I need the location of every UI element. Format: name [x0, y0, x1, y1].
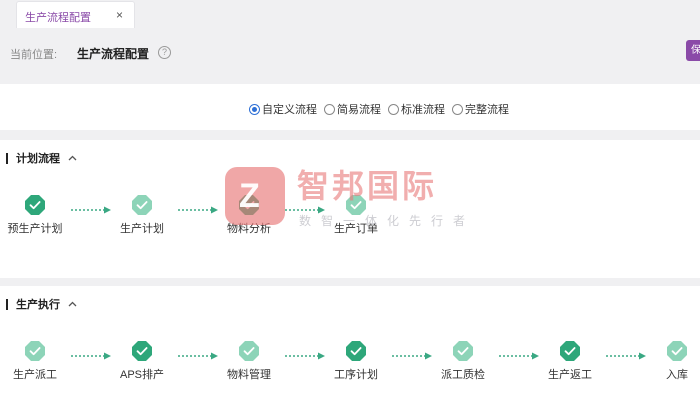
section-title: 计划流程 — [16, 153, 60, 165]
radio-icon[interactable] — [324, 103, 335, 115]
tab-bar: 生产流程配置 × — [0, 0, 700, 28]
flow-step[interactable]: 入库 — [637, 341, 700, 387]
radio-icon[interactable] — [388, 103, 399, 115]
check-badge-icon — [560, 341, 580, 361]
flow-step-label: 物料管理 — [227, 369, 271, 381]
flow-step-label: 生产返工 — [548, 369, 592, 381]
flow-step[interactable]: 生产订单 — [316, 195, 396, 241]
check-badge-icon — [239, 195, 259, 215]
flow-step-label: 入库 — [666, 369, 688, 381]
flow-step-label: 预生产计划 — [7, 223, 63, 235]
radio-icon[interactable] — [452, 103, 463, 115]
flow-step-label: 工序计划 — [334, 369, 378, 381]
breadcrumb-prefix: 当前位置: — [10, 49, 58, 61]
flow-step[interactable]: 生产返工 — [530, 341, 610, 387]
check-badge-icon — [25, 341, 45, 361]
tab-label: 生产流程配置 — [25, 12, 91, 24]
flow-type-option-label: 标准流程 — [401, 104, 445, 116]
check-badge-icon — [132, 195, 152, 215]
flow-step-label: APS排产 — [119, 369, 164, 381]
flow-type-option[interactable]: 简易流程 — [324, 101, 381, 117]
chevron-up-icon[interactable] — [67, 299, 78, 310]
section-header[interactable]: 计划流程 — [6, 150, 78, 166]
page-title: 生产流程配置 — [77, 47, 150, 61]
flow-type-option-label: 完整流程 — [465, 104, 509, 116]
flow-step[interactable]: 生产派工 — [0, 341, 75, 387]
flow-step[interactable]: 派工质检 — [423, 341, 503, 387]
check-badge-icon — [453, 341, 473, 361]
flow-step-label: 派工质检 — [441, 369, 485, 381]
check-badge-icon — [239, 341, 259, 361]
flow-type-option[interactable]: 完整流程 — [452, 101, 509, 117]
check-badge-icon — [346, 195, 366, 215]
section-marker — [6, 298, 8, 310]
section-plan-flow: 计划流程 预生产计划 生产计划 物料分析 生产订单 — [0, 140, 700, 278]
check-badge-icon — [25, 195, 45, 215]
flow-step[interactable]: 工序计划 — [316, 341, 396, 387]
check-badge-icon — [132, 341, 152, 361]
close-icon[interactable]: × — [116, 8, 123, 22]
radio-icon[interactable] — [249, 103, 260, 115]
chevron-up-icon[interactable] — [67, 153, 78, 164]
check-badge-icon — [667, 341, 687, 361]
flow-step[interactable]: 生产计划 — [102, 195, 182, 241]
breadcrumb: 当前位置: 生产流程配置 ? 保 — [0, 28, 700, 84]
flow-step[interactable]: APS排产 — [102, 341, 182, 387]
flow-step[interactable]: 物料管理 — [209, 341, 289, 387]
flow-step[interactable]: 物料分析 — [209, 195, 289, 241]
tab-production-flow-config[interactable]: 生产流程配置 × — [16, 1, 135, 28]
flow-type-panel: 自定义流程 简易流程 标准流程 完整流程 — [0, 84, 700, 130]
section-title: 生产执行 — [16, 299, 60, 311]
flow-step[interactable]: 预生产计划 — [0, 195, 75, 241]
question-circle-icon[interactable]: ? — [158, 46, 171, 59]
flow-type-option[interactable]: 自定义流程 — [249, 101, 317, 117]
flow-type-option-label: 简易流程 — [337, 104, 381, 116]
section-production-execution: 生产执行 生产派工 APS排产 物料管理 工序计划 派工质检 生产返工 入库 — [0, 286, 700, 397]
check-badge-icon — [346, 341, 366, 361]
flow-type-option[interactable]: 标准流程 — [388, 101, 445, 117]
flow-type-radio-group: 自定义流程 简易流程 标准流程 完整流程 — [249, 101, 516, 117]
flow-type-option-label: 自定义流程 — [262, 104, 317, 116]
section-header[interactable]: 生产执行 — [6, 296, 78, 312]
flow-step-label: 生产计划 — [120, 223, 164, 235]
save-button[interactable]: 保 — [686, 40, 700, 61]
flow-step-label: 生产订单 — [334, 223, 378, 235]
flow-step-label: 生产派工 — [13, 369, 57, 381]
section-marker — [6, 152, 8, 164]
flow-step-label: 物料分析 — [227, 223, 271, 235]
